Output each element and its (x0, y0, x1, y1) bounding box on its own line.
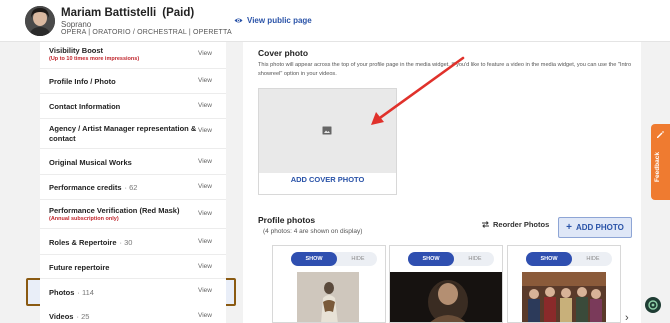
hide-option[interactable]: HIDE (339, 252, 377, 266)
sidebar-item-label: Profile Info / Photo (49, 77, 116, 86)
sidebar-item-label: Original Musical Works (49, 158, 132, 167)
view-public-page-label: View public page (247, 16, 312, 25)
sidebar-item-visibility-boost[interactable]: Visibility Boost (Up to 10 times more im… (40, 42, 226, 69)
view-link[interactable]: View (198, 287, 212, 294)
sidebar-item-label: Visibility Boost (49, 46, 104, 55)
swap-arrows-icon (482, 221, 489, 228)
chat-icon (648, 300, 658, 310)
sidebar-item-performance-credits[interactable]: Performance credits · 62 View (40, 175, 226, 200)
sidebar-item-original-musical-works[interactable]: Original Musical Works View (40, 149, 226, 175)
view-link[interactable]: View (198, 50, 212, 57)
sidebar-item-agency[interactable]: Agency / Artist Manager representation &… (40, 119, 226, 149)
view-public-page-link[interactable]: View public page (234, 16, 312, 25)
show-option[interactable]: SHOW (291, 252, 337, 266)
add-photo-button[interactable]: + ADD PHOTO (558, 217, 632, 238)
sidebar-item-label: Contact Information (49, 102, 121, 111)
sidebar-item-label: Performance credits · 62 (49, 183, 137, 193)
item-count-value: 114 (82, 288, 94, 297)
hide-option[interactable]: HIDE (456, 252, 494, 266)
chat-launcher[interactable] (645, 297, 661, 313)
sidebar-item-label: Future repertoire (49, 263, 110, 272)
photo-card[interactable]: SHOW HIDE (272, 245, 386, 323)
sidebar-item-title: Videos (49, 312, 74, 321)
hide-option[interactable]: HIDE (574, 252, 612, 266)
view-link[interactable]: View (198, 183, 212, 190)
photo-card[interactable]: SHOW HIDE (507, 245, 621, 323)
visibility-toggle[interactable]: SHOW HIDE (408, 252, 494, 266)
photo-card[interactable]: SHOW HIDE (389, 245, 503, 323)
item-count-value: 62 (129, 183, 138, 192)
sidebar-item-label: Performance Verification (Red Mask) (49, 206, 180, 215)
view-link[interactable]: View (198, 210, 212, 217)
eye-icon (234, 18, 243, 23)
sidebar-item-label: Agency / Artist Manager representation &… (49, 124, 197, 143)
sidebar-item-performance-verification[interactable]: Performance Verification (Red Mask) (Ann… (40, 200, 226, 229)
profile-sections-sidebar: Visibility Boost (Up to 10 times more im… (40, 42, 226, 323)
sidebar-item-label: Roles & Repertoire · 30 (49, 238, 132, 248)
sidebar-item-note: (Annual subscription only) (49, 216, 119, 222)
genres: OPERA | ORATORIO / ORCHESTRAL | OPERETTA (61, 29, 232, 36)
sidebar-item-title: Photos (49, 288, 75, 297)
visibility-toggle[interactable]: SHOW HIDE (291, 252, 377, 266)
view-link[interactable]: View (198, 312, 212, 319)
item-count: · 114 (77, 288, 94, 297)
reorder-photos-label: Reorder Photos (493, 220, 550, 229)
photo-thumbnail (522, 272, 606, 322)
feedback-icon (657, 131, 664, 138)
show-option[interactable]: SHOW (408, 252, 454, 266)
cover-photo-title: Cover photo (258, 48, 309, 58)
view-link[interactable]: View (198, 127, 212, 134)
profile-header: Mariam Battistelli (Paid) Soprano OPERA |… (0, 0, 670, 42)
sidebar-item-future-repertoire[interactable]: Future repertoire View (40, 255, 226, 279)
sidebar-item-title: Roles & Repertoire (49, 238, 117, 247)
item-count: · 62 (124, 183, 138, 192)
plus-icon: + (566, 221, 572, 233)
cover-photo-dropzone[interactable]: ADD COVER PHOTO (258, 88, 397, 195)
image-icon (322, 126, 332, 135)
item-count: · 25 (76, 312, 90, 321)
feedback-tab[interactable]: Feedback (651, 124, 670, 200)
visibility-toggle[interactable]: SHOW HIDE (526, 252, 612, 266)
profile-photos-title: Profile photos (258, 215, 316, 225)
sidebar-item-title: Performance credits (49, 183, 122, 192)
voice-type: Soprano (61, 20, 92, 29)
sidebar-item-photos[interactable]: Photos · 114 View (40, 282, 226, 304)
chevron-right-icon[interactable]: › (625, 312, 629, 323)
photo-thumbnail (297, 272, 359, 322)
add-photo-label: ADD PHOTO (575, 223, 624, 232)
item-count-value: 30 (124, 238, 133, 247)
sidebar-item-contact-information[interactable]: Contact Information View (40, 94, 226, 119)
profile-name-line: Mariam Battistelli (Paid) (61, 7, 194, 19)
sidebar-item-profile-info[interactable]: Profile Info / Photo View (40, 69, 226, 94)
sidebar-item-videos[interactable]: Videos · 25 View (40, 307, 226, 323)
profile-photos-count: (4 photos: 4 are shown on display) (263, 228, 363, 235)
show-option[interactable]: SHOW (526, 252, 572, 266)
view-link[interactable]: View (198, 77, 212, 84)
media-panel: Cover photo This photo will appear acros… (243, 42, 641, 323)
feedback-label: Feedback (654, 152, 661, 182)
view-link[interactable]: View (198, 158, 212, 165)
profile-name: Mariam Battistelli (61, 7, 157, 19)
sidebar-item-note: (Up to 10 times more impressions) (49, 56, 140, 62)
item-count-value: 25 (81, 312, 90, 321)
sidebar-item-label: Videos · 25 (49, 312, 89, 322)
reorder-photos-button[interactable]: Reorder Photos (481, 220, 549, 229)
photo-thumbnail (390, 272, 502, 322)
cover-photo-placeholder (259, 89, 396, 173)
add-cover-photo-button[interactable]: ADD COVER PHOTO (259, 175, 396, 184)
sidebar-item-label: Photos · 114 (49, 288, 94, 298)
avatar (25, 6, 55, 36)
view-link[interactable]: View (198, 102, 212, 109)
view-link[interactable]: View (198, 238, 212, 245)
item-count: · 30 (119, 238, 133, 247)
view-link[interactable]: View (198, 263, 212, 270)
sidebar-item-roles-repertoire[interactable]: Roles & Repertoire · 30 View (40, 229, 226, 255)
subscription-status: (Paid) (162, 7, 195, 19)
cover-photo-description: This photo will appear across the top of… (258, 62, 632, 77)
